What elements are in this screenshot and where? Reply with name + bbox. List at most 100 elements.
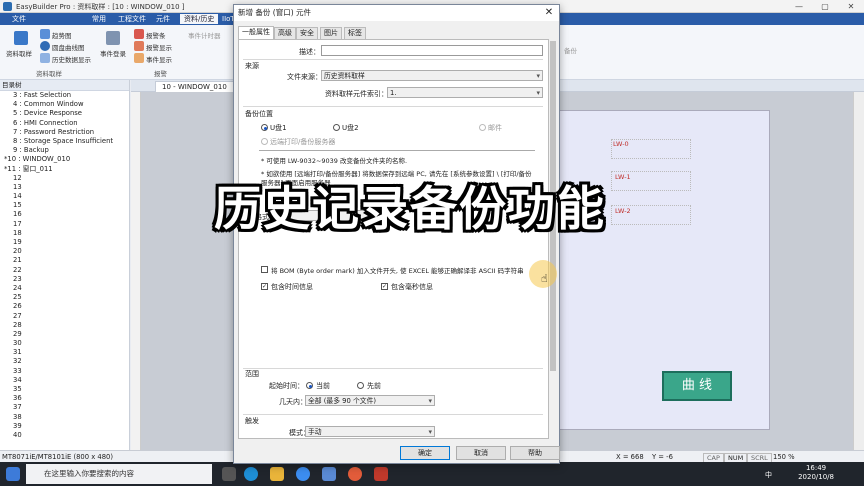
trend-icon[interactable]: [40, 29, 50, 39]
start-previous-radio[interactable]: [357, 382, 364, 389]
tab-picture[interactable]: 图片: [320, 27, 342, 39]
history-display-button[interactable]: 历史数据显示: [52, 54, 91, 64]
tree-row[interactable]: 35: [0, 385, 129, 394]
tree-row[interactable]: 18: [0, 229, 129, 238]
bom-checkbox[interactable]: [261, 266, 268, 273]
ok-button[interactable]: 确定: [400, 446, 450, 460]
start-previous-label[interactable]: 先前: [367, 381, 381, 391]
description-input[interactable]: [321, 45, 543, 56]
tree-row[interactable]: 16: [0, 210, 129, 219]
tree-row[interactable]: 3 : Fast Selection: [0, 91, 129, 100]
pie-icon[interactable]: [40, 41, 50, 51]
history-icon[interactable]: [40, 53, 50, 63]
location-email-radio[interactable]: [479, 124, 486, 131]
tree-row[interactable]: 30: [0, 339, 129, 348]
task-view-icon[interactable]: [222, 467, 236, 481]
tree-row[interactable]: 40: [0, 431, 129, 440]
start-current-label[interactable]: 当前: [316, 381, 330, 391]
tree-row[interactable]: 34: [0, 376, 129, 385]
tree-row[interactable]: 15: [0, 201, 129, 210]
curve-button[interactable]: 曲 线: [662, 371, 732, 401]
event-display-button[interactable]: 事件显示: [146, 54, 172, 64]
tree-row[interactable]: 33: [0, 367, 129, 376]
tree-row[interactable]: 12: [0, 174, 129, 183]
ie-icon[interactable]: [296, 467, 310, 481]
tree-row[interactable]: 38: [0, 413, 129, 422]
ribbon-backup-partial[interactable]: 备份: [564, 45, 577, 55]
sampling-index-select[interactable]: 1.: [387, 87, 543, 98]
tab-label[interactable]: 标签: [344, 27, 366, 39]
tree-row[interactable]: 9 : Backup: [0, 146, 129, 155]
location-usb1-radio[interactable]: [261, 124, 268, 131]
event-log-icon[interactable]: [106, 31, 120, 45]
maximize-button[interactable]: ▢: [812, 0, 838, 13]
event-time-bar-button[interactable]: 事件计时器: [188, 30, 221, 40]
tab-window-010[interactable]: 10 - WINDOW_010: [155, 81, 234, 92]
tree-row[interactable]: 14: [0, 192, 129, 201]
tree-row[interactable]: 29: [0, 330, 129, 339]
help-button[interactable]: 帮助: [510, 446, 560, 460]
location-remote-label[interactable]: 远端打印/备份服务器: [270, 137, 335, 147]
explorer-icon[interactable]: [270, 467, 284, 481]
tree-row[interactable]: 24: [0, 284, 129, 293]
tree-row[interactable]: 7 : Password Restriction: [0, 128, 129, 137]
trend-button[interactable]: 趋势图: [52, 30, 72, 40]
app-icon[interactable]: [374, 467, 388, 481]
event-log-button[interactable]: 事件登录: [100, 48, 126, 58]
tree-row[interactable]: 4 : Common Window: [0, 100, 129, 109]
bom-label[interactable]: 将 BOM (Byte order mark) 加入文件开头, 使 EXCEL …: [271, 265, 524, 275]
store-icon[interactable]: [322, 467, 336, 481]
tree-row[interactable]: 5 : Device Response: [0, 109, 129, 118]
start-icon[interactable]: [6, 467, 20, 481]
tree-row[interactable]: 39: [0, 422, 129, 431]
taskbar-clock[interactable]: 16:49 2020/10/8: [798, 464, 834, 482]
start-current-radio[interactable]: [306, 382, 313, 389]
location-usb2-radio[interactable]: [333, 124, 340, 131]
menu-objects[interactable]: 元件: [152, 14, 174, 24]
include-time-checkbox[interactable]: ✓: [261, 283, 268, 290]
alarm-display-button[interactable]: 报警显示: [146, 42, 172, 52]
location-remote-radio[interactable]: [261, 138, 268, 145]
tree-row[interactable]: 37: [0, 403, 129, 412]
tree-row[interactable]: 27: [0, 312, 129, 321]
ime-indicator[interactable]: 中: [765, 470, 772, 480]
tree-row[interactable]: 31: [0, 348, 129, 357]
minimize-button[interactable]: —: [786, 0, 812, 13]
sampling-button[interactable]: 资料取样: [6, 48, 32, 58]
include-ms-checkbox[interactable]: ✓: [381, 283, 388, 290]
include-ms-label[interactable]: 包含毫秒信息: [391, 282, 433, 292]
menu-common[interactable]: 常用: [88, 14, 110, 24]
menu-file[interactable]: 文件: [8, 14, 30, 24]
sampling-icon[interactable]: [14, 31, 28, 45]
tree-row[interactable]: 32: [0, 357, 129, 366]
dialog-close-button[interactable]: ✕: [541, 5, 557, 21]
tree-row[interactable]: *10 : WINDOW_010: [0, 155, 129, 164]
tab-general[interactable]: 一般属性: [238, 26, 274, 39]
file-source-select[interactable]: 历史资料取样: [321, 70, 543, 81]
tree-row[interactable]: 22: [0, 266, 129, 275]
tree-row[interactable]: 20: [0, 247, 129, 256]
tree-row[interactable]: 19: [0, 238, 129, 247]
chrome-icon[interactable]: [348, 467, 362, 481]
mode-select[interactable]: 手动: [305, 426, 435, 437]
include-time-label[interactable]: 包含时间信息: [271, 282, 313, 292]
window-canvas[interactable]: LW-0 LW-1 LW-2: [548, 110, 770, 430]
close-app-button[interactable]: ✕: [838, 0, 864, 13]
event-display-icon[interactable]: [134, 53, 144, 63]
taskbar-search[interactable]: 在这里输入你要搜索的内容: [26, 464, 212, 484]
tree-row[interactable]: 36: [0, 394, 129, 403]
tree-row[interactable]: 8 : Storage Space Insufficient: [0, 137, 129, 146]
canvas-scrollbar[interactable]: [853, 92, 864, 450]
tree-row[interactable]: 6 : HMI Connection: [0, 119, 129, 128]
alarm-bar-icon[interactable]: [134, 29, 144, 39]
tree-row[interactable]: 21: [0, 256, 129, 265]
tree-row[interactable]: 13: [0, 183, 129, 192]
alarm-bar-button[interactable]: 报警条: [146, 30, 166, 40]
lw-0-box[interactable]: [611, 139, 691, 159]
cancel-button[interactable]: 取消: [456, 446, 506, 460]
location-usb2-label[interactable]: U盘2: [342, 123, 359, 133]
tree-row[interactable]: 25: [0, 293, 129, 302]
tree-row[interactable]: 28: [0, 321, 129, 330]
menu-project[interactable]: 工程文件: [114, 14, 150, 24]
tab-advanced[interactable]: 高级: [274, 27, 296, 39]
